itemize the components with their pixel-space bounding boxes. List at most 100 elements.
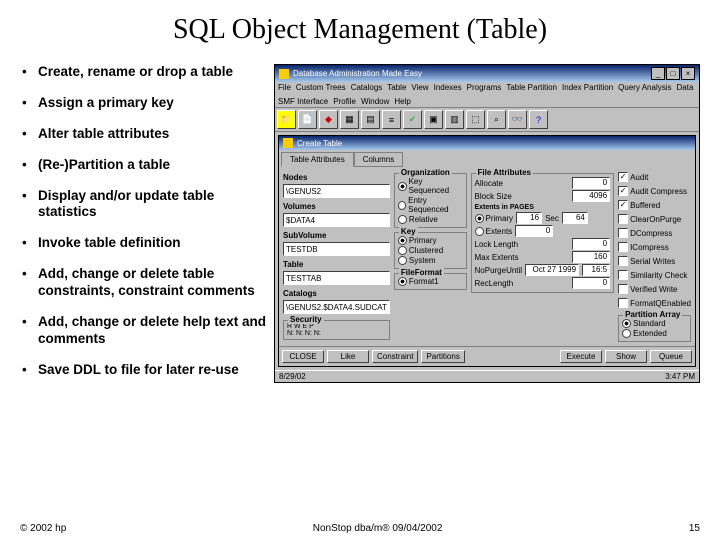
close-button[interactable]: × [681,67,695,80]
toolbar-button[interactable]: 👓 [508,110,527,129]
bullet-item: Alter table attributes [20,126,268,143]
menu-item[interactable]: View [411,83,428,92]
menu-item[interactable]: Index Partition [562,83,613,92]
execute-button[interactable]: Execute [560,350,602,363]
catalogs-field[interactable]: \GENUS2.$DATA4.SUDCAT [283,300,390,314]
volumes-field[interactable]: $DATA4 [283,213,390,227]
table-field[interactable]: TESTTAB [283,271,390,285]
menu-item[interactable]: File [278,83,291,92]
radio-relative[interactable]: Relative [398,215,463,224]
nodes-field[interactable]: \GENUS2 [283,184,390,198]
menu-item[interactable]: SMF Interface [278,97,328,106]
bullet-item: Save DDL to file for later re-use [20,362,268,379]
locklength-field[interactable]: 0 [572,238,610,250]
window-title: Database Administration Made Easy [293,69,422,78]
nopurge-time-field[interactable]: 16:5 [582,264,610,276]
extents-field[interactable]: 0 [515,225,553,237]
dialog-title: Create Table [297,139,342,148]
close-dialog-button[interactable]: CLOSE [282,350,324,363]
toolbar-button[interactable]: ⬚ [466,110,485,129]
menu-item[interactable]: Indexes [434,83,462,92]
check-verified-write[interactable]: Verified Write [618,284,691,294]
radio-extents[interactable]: Extents [475,227,513,236]
toolbar-button[interactable]: 📁 [277,110,296,129]
toolbar-button[interactable]: ▦ [340,110,359,129]
radio-key-sequenced[interactable]: Key Sequenced [398,177,463,195]
footer-center: NonStop dba/m® 09/04/2002 [66,523,689,534]
blocksize-label: Block Size [475,192,570,201]
volumes-label: Volumes [283,202,390,211]
maxextents-label: Max Extents [475,253,570,262]
partition-array-label: Partition Array [623,310,682,319]
reclength-field[interactable]: 0 [572,277,610,289]
extents-title: Extents in PAGES [475,204,611,211]
app-window: Database Administration Made Easy _ □ × … [274,64,700,383]
radio-entry-sequenced[interactable]: Entry Sequenced [398,196,463,214]
menu-item[interactable]: Catalogs [351,83,383,92]
menu-item[interactable]: Programs [467,83,502,92]
nodes-label: Nodes [283,173,390,182]
footer: © 2002 hp NonStop dba/m® 09/04/2002 15 [20,523,700,534]
menu-item[interactable]: Table [387,83,406,92]
menu-item[interactable]: Profile [333,97,356,106]
check-similarity[interactable]: Similarity Check [618,270,691,280]
form-fileattrs-column: File Attributes Allocate0 Block Size4096… [471,171,615,342]
sec-extent-field[interactable]: 64 [562,212,588,224]
subvolume-label: SubVolume [283,231,390,240]
partitions-button[interactable]: Partitions [421,350,464,363]
toolbar-button[interactable]: ▣ [424,110,443,129]
maximize-button[interactable]: □ [666,67,680,80]
titlebar[interactable]: Database Administration Made Easy _ □ × [275,65,699,82]
blocksize-field[interactable]: 4096 [572,190,610,202]
primary-extent-field[interactable]: 16 [516,212,542,224]
check-audit[interactable]: Audit [618,172,691,182]
subvolume-field[interactable]: TESTDB [283,242,390,256]
toolbar-button[interactable]: ? [529,110,548,129]
menu-item[interactable]: Window [361,97,389,106]
menu-item[interactable]: Custom Trees [296,83,346,92]
menu-item[interactable]: Data [677,83,694,92]
dialog-icon [283,138,293,148]
allocate-field[interactable]: 0 [572,177,610,189]
like-button[interactable]: Like [327,350,369,363]
form-checks-column: Audit Audit Compress Buffered ClearOnPur… [618,171,691,342]
radio-clustered-key[interactable]: Clustered [398,246,463,255]
minimize-button[interactable]: _ [651,67,665,80]
fileformat-label: FileFormat [399,268,444,277]
radio-primary-key[interactable]: Primary [398,236,463,245]
show-button[interactable]: Show [605,350,647,363]
check-serial-writes[interactable]: Serial Writes [618,256,691,266]
dialog-titlebar[interactable]: Create Table [279,136,695,150]
toolbar-button[interactable]: ✓ [403,110,422,129]
nopurge-label: NoPurgeUntil [475,266,523,275]
toolbar-button[interactable]: ◆ [319,110,338,129]
check-clearonpurge[interactable]: ClearOnPurge [618,214,691,224]
queue-button[interactable]: Queue [650,350,692,363]
check-dcompress[interactable]: DCompress [618,228,691,238]
menu-item[interactable]: Query Analysis [618,83,671,92]
toolbar-button[interactable]: ▤ [361,110,380,129]
check-audit-compress[interactable]: Audit Compress [618,186,691,196]
toolbar-button[interactable]: ▥ [445,110,464,129]
check-icompress[interactable]: ICompress [618,242,691,252]
check-buffered[interactable]: Buffered [618,200,691,210]
radio-system-key[interactable]: System [398,256,463,265]
constraint-button[interactable]: Constraint [372,350,418,363]
nopurge-date-field[interactable]: Oct 27 1999 [525,264,579,276]
tab-table-attributes[interactable]: Table Attributes [281,152,354,167]
locklength-label: Lock Length [475,240,570,249]
radio-standard-partition[interactable]: Standard [622,319,687,328]
toolbar-button[interactable]: 📄 [298,110,317,129]
menu-item[interactable]: Help [394,97,410,106]
security-values[interactable]: N: N: N: N: [287,330,386,337]
radio-extended-partition[interactable]: Extended [622,329,687,338]
menu-item[interactable]: Table Partition [506,83,557,92]
toolbar-button[interactable]: ≡ [382,110,401,129]
slide-number: 15 [689,523,700,534]
maxextents-field[interactable]: 160 [572,251,610,263]
radio-format1[interactable]: Format1 [398,277,463,286]
tab-columns[interactable]: Columns [354,152,404,167]
toolbar-button[interactable]: ⌕ [487,110,506,129]
radio-primary-extent[interactable]: Primary [475,214,514,223]
check-formatq[interactable]: FormatQEnabled [618,298,691,308]
